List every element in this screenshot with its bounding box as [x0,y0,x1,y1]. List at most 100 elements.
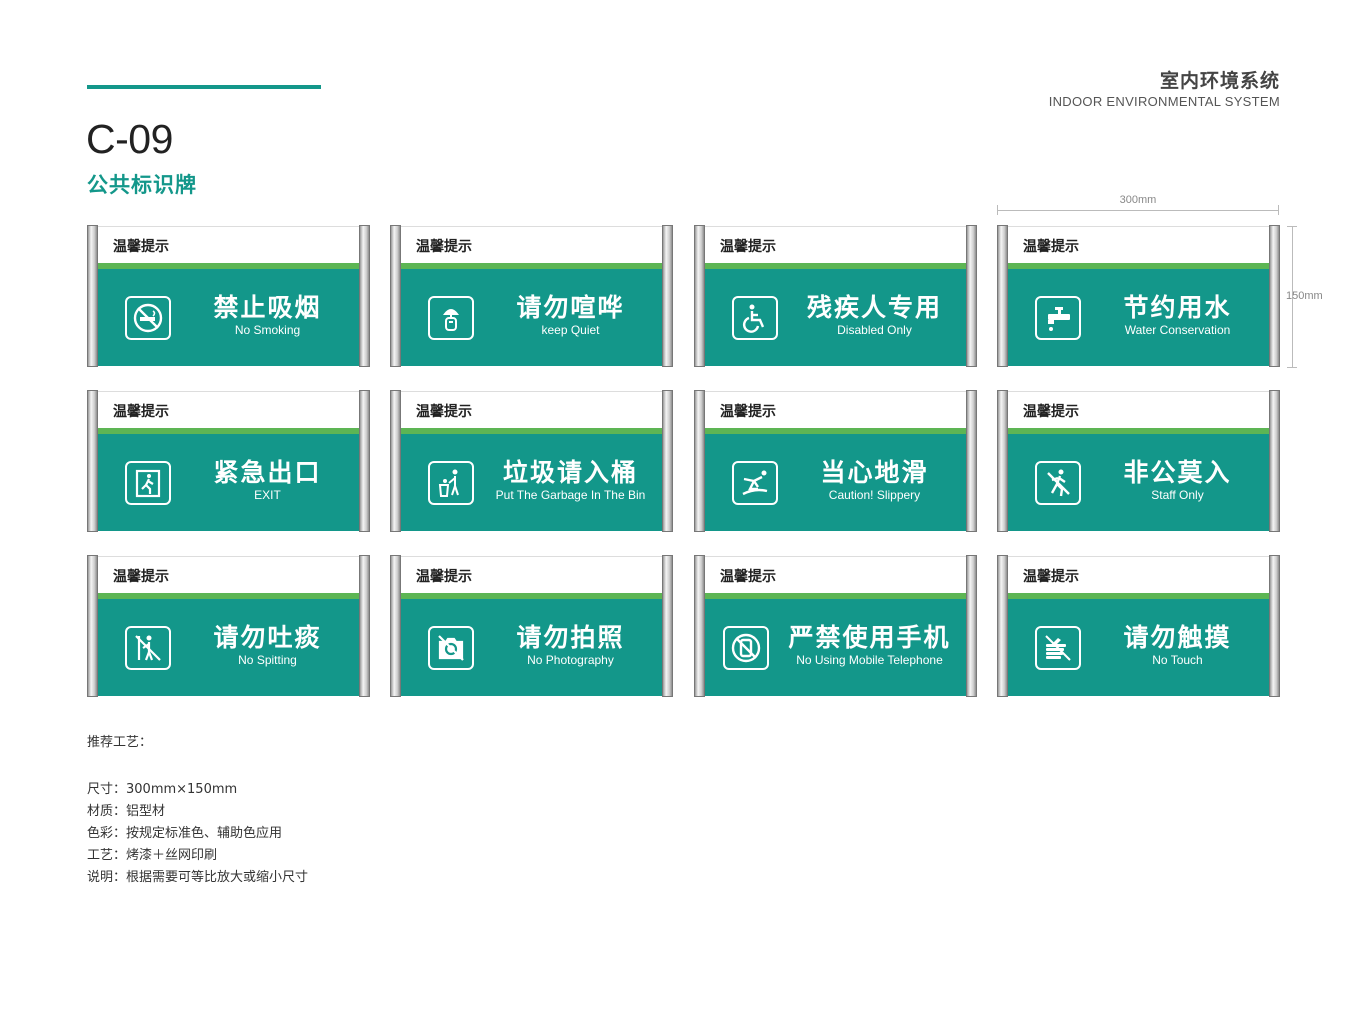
left-rail [390,555,401,697]
sign-tag: 温馨提示 [1023,404,1079,420]
faucet-icon [1035,296,1081,340]
slippery-floor-icon [732,461,778,505]
sign-tag: 温馨提示 [720,239,776,255]
left-rail [997,390,1008,532]
left-rail [694,225,705,367]
sign-no-mobile-phone: 温馨提示 严禁使用手机 No Using Mobile Telephone [694,555,977,698]
sign-title-cn: 垃圾请入桶 [502,458,638,487]
right-rail [662,390,673,532]
sign-tag: 温馨提示 [416,239,472,255]
sign-tag: 温馨提示 [113,404,169,420]
sign-keep-quiet: 温馨提示 请勿喧哗 keep Quiet [390,225,673,368]
width-dimension: 300mm [997,194,1279,215]
sign-no-smoking: 温馨提示 禁止吸烟 No Smoking [87,225,370,368]
note-process: 工艺：烤漆＋丝网印刷 [87,848,218,863]
note-size: 尺寸：300mm×150mm [87,782,238,797]
page-subtitle: 公共标识牌 [87,173,197,197]
page-code: C-09 [86,116,173,162]
sign-tag: 温馨提示 [113,569,169,585]
sign-title-en: No Touch [1152,653,1203,667]
right-rail [1269,390,1280,532]
no-smoking-icon [125,296,171,340]
sign-title-cn: 残疾人专用 [806,293,942,322]
right-rail [359,390,370,532]
sign-title-en: Put The Garbage In The Bin [495,488,646,502]
sign-title-cn: 当心地滑 [820,458,929,487]
craft-notes: 推荐工艺： 尺寸：300mm×150mm 材质：铝型材 色彩：按规定标准色、辅助… [87,731,308,889]
sign-disabled-only: 温馨提示 残疾人专用 Disabled Only [694,225,977,368]
staff-only-icon [1035,461,1081,505]
sign-tag: 温馨提示 [113,239,169,255]
sign-no-photography: 温馨提示 请勿拍照 No Photography [390,555,673,698]
sign-tag: 温馨提示 [720,569,776,585]
sign-title-cn: 请勿触摸 [1123,623,1232,652]
sign-caution-slippery: 温馨提示 当心地滑 Caution! Slippery [694,390,977,533]
sign-tag: 温馨提示 [416,569,472,585]
sign-title-en: No Photography [527,653,614,667]
sign-title-cn: 紧急出口 [213,458,322,487]
sign-title-en: keep Quiet [541,323,600,337]
system-title-en: INDOOR ENVIRONMENTAL SYSTEM [1048,94,1280,109]
sign-title-en: EXIT [254,488,281,502]
right-rail [1269,225,1280,367]
sign-title-en: Disabled Only [837,323,912,337]
note-description: 说明：根据需要可等比放大或缩小尺寸 [87,870,309,885]
no-photography-icon [428,626,474,670]
sign-title-en: No Spitting [238,653,297,667]
sign-tag: 温馨提示 [1023,239,1079,255]
right-rail [966,555,977,697]
keep-quiet-icon [428,296,474,340]
notes-title: 推荐工艺： [87,735,153,750]
wheelchair-icon [732,296,778,340]
right-rail [359,555,370,697]
sign-tag: 温馨提示 [416,404,472,420]
sign-title-en: Caution! Slippery [828,488,921,502]
trash-bin-icon [428,461,474,505]
left-rail [390,225,401,367]
no-spitting-icon [125,626,171,670]
left-rail [997,225,1008,367]
left-rail [997,555,1008,697]
sign-garbage-bin: 温馨提示 垃圾请入桶 Put The Garbage In The Bin [390,390,673,533]
right-rail [966,390,977,532]
sign-title-cn: 非公莫入 [1123,458,1232,487]
sign-tag: 温馨提示 [1023,569,1079,585]
left-rail [390,390,401,532]
right-rail [662,555,673,697]
left-rail [87,390,98,532]
sign-title-cn: 节约用水 [1123,293,1232,322]
left-rail [694,555,705,697]
sign-title-en: No Using Mobile Telephone [796,653,943,667]
sign-water-conservation: 温馨提示 节约用水 Water Conservation [997,225,1280,368]
exit-icon [125,461,171,505]
note-material: 材质：铝型材 [87,804,166,819]
right-rail [1269,555,1280,697]
right-rail [662,225,673,367]
sign-no-touch: 温馨提示 请勿触摸 No Touch [997,555,1280,698]
sign-title-en: Staff Only [1151,488,1204,502]
sign-title-en: No Smoking [234,323,301,337]
width-dimension-label: 300mm [1119,194,1157,206]
sign-title-cn: 请勿喧哗 [516,293,625,322]
height-dimension: 150mm [1284,226,1334,368]
sign-staff-only: 温馨提示 非公莫入 Staff Only [997,390,1280,533]
right-rail [359,225,370,367]
left-rail [87,225,98,367]
no-touch-icon [1035,626,1081,670]
left-rail [87,555,98,697]
header-accent-rule [87,85,321,89]
sign-title-en: Water Conservation [1124,323,1231,337]
sign-title-cn: 请勿拍照 [516,623,625,652]
system-title-cn: 室内环境系统 [1159,70,1280,92]
sign-no-spitting: 温馨提示 请勿吐痰 No Spitting [87,555,370,698]
sign-emergency-exit: 温馨提示 紧急出口 EXIT [87,390,370,533]
left-rail [694,390,705,532]
sign-title-cn: 禁止吸烟 [213,293,322,322]
sign-tag: 温馨提示 [720,404,776,420]
sign-title-cn: 请勿吐痰 [213,623,322,652]
right-rail [966,225,977,367]
note-color: 色彩：按规定标准色、辅助色应用 [87,826,283,841]
height-dimension-label: 150mm [1286,290,1323,302]
no-mobile-phone-icon [723,626,769,670]
sign-title-cn: 严禁使用手机 [788,623,951,652]
